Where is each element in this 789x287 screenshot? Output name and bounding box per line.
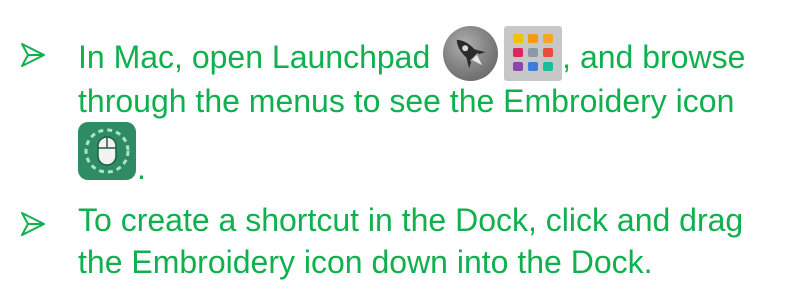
bullet-1-text-before: In Mac, open Launchpad bbox=[78, 38, 440, 75]
bullet-1-line-2: through the menus to see the Embroidery … bbox=[78, 83, 735, 119]
rocket-icon bbox=[443, 26, 499, 81]
embroidery-icon bbox=[78, 122, 136, 180]
arrow-bullet-icon bbox=[21, 212, 45, 236]
bullet-dock-shortcut: To create a shortcut in the Dock, click … bbox=[20, 200, 780, 287]
document-page: In Mac, open Launchpad , and browse thro… bbox=[0, 0, 789, 287]
bullet-1-text-after: , and browse bbox=[562, 38, 746, 75]
bullet-2-line-2: the Embroidery icon down into the Dock. bbox=[78, 244, 653, 280]
bullet-2-line-1: To create a shortcut in the Dock, click … bbox=[78, 202, 744, 238]
bullet-1-line-1: In Mac, open Launchpad , and browse bbox=[78, 26, 746, 87]
bullet-launchpad: In Mac, open Launchpad , and browse thro… bbox=[20, 0, 780, 200]
arrow-bullet-icon bbox=[21, 43, 45, 67]
launchpad-grid-icon bbox=[504, 26, 563, 81]
bullet-1-line-3: . bbox=[137, 150, 146, 186]
